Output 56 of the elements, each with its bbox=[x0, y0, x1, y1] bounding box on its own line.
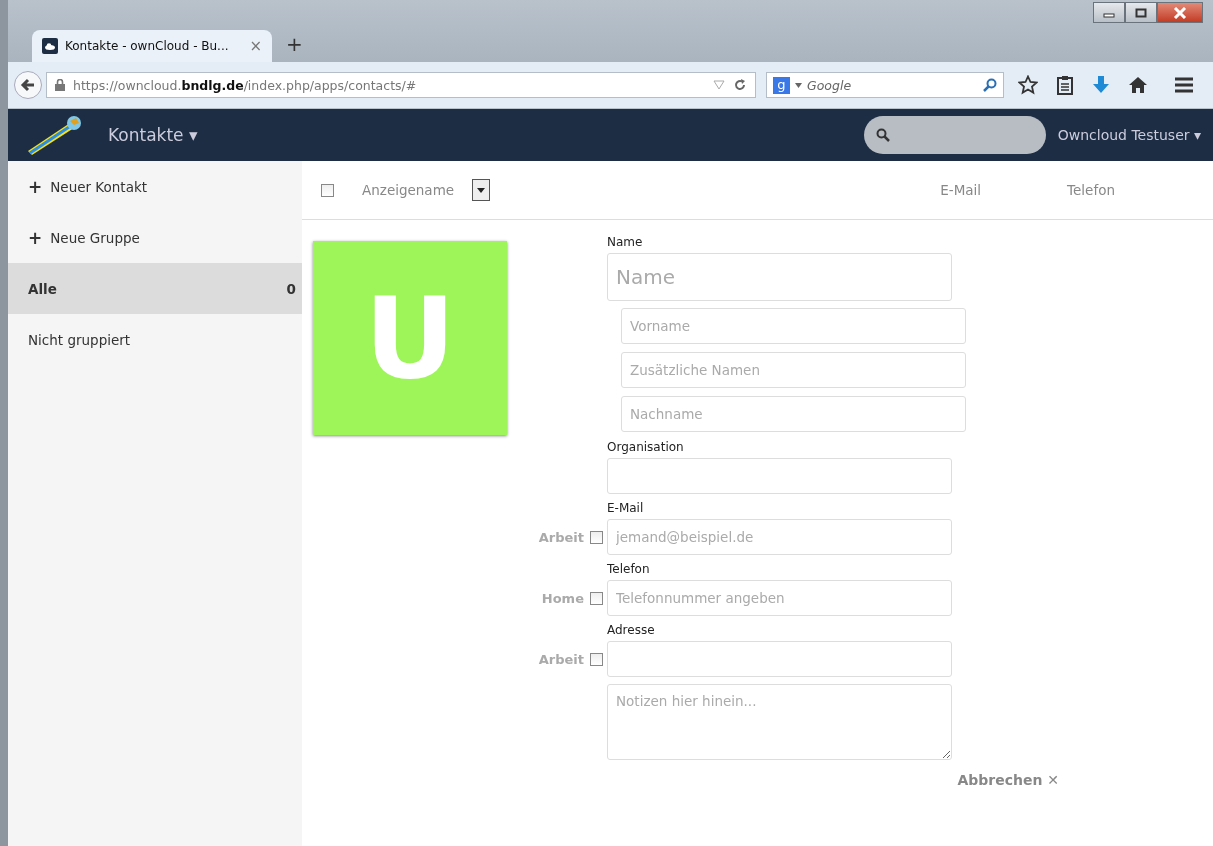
sidebar-item[interactable]: Alle 0 bbox=[8, 263, 302, 314]
column-header[interactable]: Telefon bbox=[1067, 182, 1115, 198]
checkbox[interactable] bbox=[590, 591, 603, 605]
user-menu[interactable]: Owncloud Testuser ▾ bbox=[1057, 127, 1201, 143]
cancel-button[interactable]: Abbrechen ✕ bbox=[957, 772, 1059, 788]
field-label: Telefon bbox=[607, 562, 651, 578]
sidebar-action[interactable]: + Neuer Kontakt bbox=[8, 161, 302, 212]
field-label: E-Mail bbox=[607, 501, 645, 517]
close-icon bbox=[1173, 6, 1187, 19]
maximize-icon bbox=[1135, 7, 1147, 18]
checkbox[interactable] bbox=[321, 183, 334, 197]
field-label: Adresse bbox=[607, 623, 656, 639]
search-icon bbox=[875, 128, 890, 142]
sidebar-item[interactable]: Nicht gruppiert bbox=[8, 314, 302, 365]
field-label: Name bbox=[607, 235, 644, 251]
notes-field[interactable]: Notizen hier hinein... bbox=[607, 684, 952, 760]
column-header[interactable]: Anzeigename bbox=[362, 182, 455, 198]
menu-icon[interactable] bbox=[1174, 77, 1194, 93]
tab-close-button[interactable]: × bbox=[249, 37, 262, 55]
download-icon[interactable] bbox=[1092, 75, 1110, 95]
cloud-icon bbox=[42, 38, 58, 54]
app-menu[interactable]: Kontakte ▾ bbox=[108, 125, 198, 145]
address-bar[interactable]: https://owncloud.bndlg.de/index.php/apps/contacts/# bbox=[46, 72, 756, 98]
checkbox[interactable] bbox=[590, 530, 603, 544]
name-field[interactable]: Name bbox=[607, 253, 952, 301]
dropdown-button[interactable] bbox=[472, 179, 491, 201]
clipboard-icon[interactable] bbox=[1056, 75, 1074, 95]
close-button[interactable] bbox=[1157, 2, 1203, 23]
minimize-button[interactable] bbox=[1093, 2, 1125, 23]
maximize-button[interactable] bbox=[1125, 2, 1157, 23]
lock-icon bbox=[55, 79, 65, 91]
search-field[interactable]: g Google bbox=[766, 72, 1004, 98]
caret-icon bbox=[477, 187, 486, 193]
caret-icon bbox=[795, 82, 802, 88]
tab-title: Kontakte - ownCloud - Bu... bbox=[65, 39, 229, 53]
search-icon[interactable] bbox=[983, 78, 997, 92]
column-header[interactable]: E-Mail bbox=[940, 182, 982, 198]
organisation-field[interactable] bbox=[607, 458, 952, 494]
input-field[interactable] bbox=[607, 641, 952, 677]
home-icon[interactable] bbox=[1128, 76, 1148, 94]
reload-icon[interactable] bbox=[733, 78, 747, 92]
input-field[interactable]: Telefonnummer angeben bbox=[607, 580, 952, 616]
back-button[interactable] bbox=[14, 71, 42, 99]
name-part-field[interactable]: Vorname bbox=[621, 308, 966, 344]
name-part-field[interactable]: Nachname bbox=[621, 396, 966, 432]
browser-tab[interactable]: Kontakte - ownCloud - Bu... × bbox=[32, 30, 272, 62]
name-part-field[interactable]: Zusätzliche Namen bbox=[621, 352, 966, 388]
search-field[interactable] bbox=[863, 116, 1046, 154]
new-tab-button[interactable]: + bbox=[286, 32, 303, 56]
search-engine-icon[interactable]: g bbox=[773, 76, 790, 94]
field-label: Organisation bbox=[607, 440, 685, 456]
input-field[interactable]: jemand@beispiel.de bbox=[607, 519, 952, 555]
back-arrow-icon bbox=[20, 77, 36, 93]
checkbox[interactable] bbox=[590, 652, 603, 666]
sidebar-action[interactable]: + Neue Gruppe bbox=[8, 212, 302, 263]
star-icon[interactable] bbox=[1018, 75, 1038, 95]
